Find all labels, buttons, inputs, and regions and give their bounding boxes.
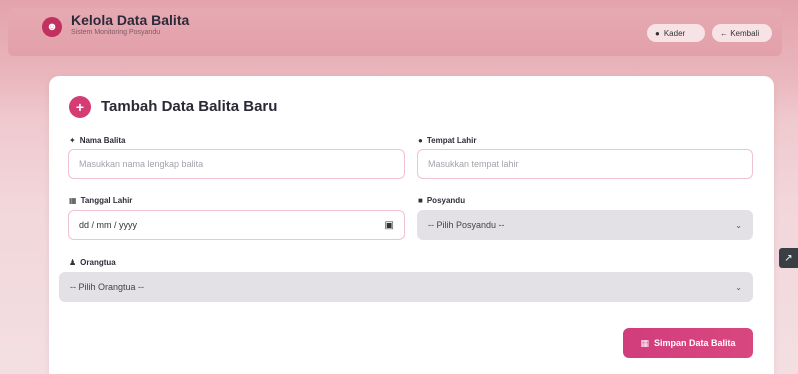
child-icon: ✦ (69, 136, 76, 145)
map-pin-icon: ● (418, 136, 423, 145)
plus-icon: + (69, 96, 91, 118)
tanggal-lahir-value: dd / mm / yyyy (79, 220, 138, 230)
nama-balita-label: ✦ Nama Balita (69, 136, 126, 145)
posyandu-label: ■ Posyandu (418, 196, 465, 205)
posyandu-selected: -- Pilih Posyandu -- (428, 220, 505, 230)
tanggal-lahir-label-text: Tanggal Lahir (80, 196, 133, 205)
tanggal-lahir-label: ▦ Tanggal Lahir (69, 196, 132, 205)
calendar-icon: ▦ (69, 196, 77, 205)
posyandu-label-text: Posyandu (426, 196, 466, 205)
tempat-lahir-input[interactable] (417, 149, 753, 179)
clinic-icon: ■ (418, 196, 423, 205)
family-icon: ♟ (69, 258, 77, 267)
orangtua-label: ♟ Orangtua (69, 258, 116, 267)
side-panel-toggle-icon[interactable]: ↗ (779, 248, 798, 268)
baby-icon: ☻ (42, 17, 62, 37)
save-button[interactable]: ▦ Simpan Data Balita (623, 328, 753, 358)
page-subtitle: Sistem Monitoring Posyandu (71, 29, 161, 36)
user-circle-icon: ● (655, 28, 660, 38)
back-label: ← Kembali (720, 28, 760, 38)
tanggal-lahir-input[interactable]: dd / mm / yyyy ▣ (68, 210, 405, 240)
tempat-lahir-label: ● Tempat Lahir (418, 136, 476, 145)
floppy-disk-icon: ▦ (640, 337, 649, 348)
back-button[interactable]: ← Kembali (712, 24, 772, 42)
orangtua-selected: -- Pilih Orangtua -- (70, 282, 145, 292)
tempat-lahir-label-text: Tempat Lahir (426, 136, 477, 145)
chevron-down-icon: ⌄ (735, 282, 742, 292)
orangtua-select[interactable]: -- Pilih Orangtua -- ⌄ (59, 272, 753, 302)
chevron-down-icon: ⌄ (735, 220, 742, 230)
kader-button[interactable]: ● Kader (647, 24, 705, 42)
nama-balita-input[interactable] (68, 149, 405, 179)
form-card: + Tambah Data Balita Baru ✦ Nama Balita … (49, 76, 774, 374)
nama-balita-label-text: Nama Balita (79, 136, 126, 145)
save-button-label: Simpan Data Balita (653, 338, 736, 348)
calendar-picker-icon[interactable]: ▣ (385, 220, 394, 231)
orangtua-label-text: Orangtua (80, 258, 116, 267)
posyandu-select[interactable]: -- Pilih Posyandu -- ⌄ (417, 210, 753, 240)
kader-label: Kader (663, 28, 686, 38)
page-title: Kelola Data Balita (71, 12, 190, 28)
form-title: Tambah Data Balita Baru (101, 98, 278, 115)
